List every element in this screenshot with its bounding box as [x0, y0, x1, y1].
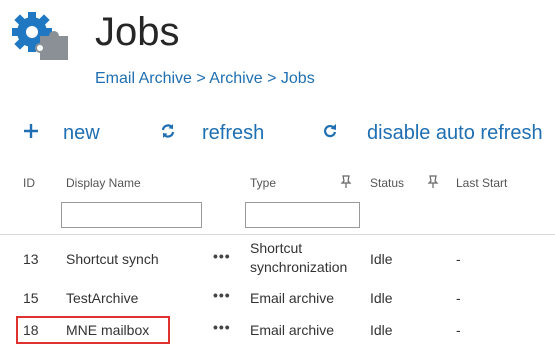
column-header-display-name[interactable]: Display Name	[66, 176, 141, 190]
grid-header: ID Display Name Type Status Last Start	[0, 175, 555, 196]
breadcrumb-separator: >	[196, 70, 206, 87]
row-last-start: -	[456, 251, 461, 267]
row-status: Idle	[370, 322, 393, 338]
refresh-button-label: refresh	[202, 122, 265, 144]
row-type: Email archive	[250, 322, 335, 338]
row-type: Shortcut synchronization	[250, 239, 347, 277]
display-name-filter-input[interactable]	[61, 202, 202, 228]
refresh-button[interactable]: refresh	[158, 122, 264, 145]
row-type: Email archive	[250, 290, 335, 306]
highlight-box	[16, 316, 170, 344]
plus-icon	[20, 122, 42, 145]
toolbar: new refresh disable auto refresh	[20, 122, 555, 152]
new-button[interactable]: new	[20, 122, 100, 145]
row-menu-button[interactable]: •••	[213, 287, 231, 303]
breadcrumb-item-email-archive[interactable]: Email Archive	[95, 70, 192, 87]
new-button-label: new	[63, 122, 100, 144]
pin-filter-icon[interactable]	[340, 175, 352, 189]
row-status: Idle	[370, 290, 393, 306]
row-type-line: Shortcut	[250, 240, 303, 256]
table-row[interactable]: 15 TestArchive ••• Email archive Idle -	[0, 284, 555, 312]
type-filter-input[interactable]	[245, 202, 360, 228]
row-display-name[interactable]: TestArchive	[66, 290, 138, 306]
table-row[interactable]: 13 Shortcut synch ••• Shortcut synchroni…	[0, 238, 555, 280]
row-menu-button[interactable]: •••	[213, 319, 231, 335]
refresh-icon	[158, 122, 178, 145]
column-header-last-start[interactable]: Last Start	[456, 176, 507, 190]
row-last-start: -	[456, 290, 461, 306]
breadcrumb-item-jobs[interactable]: Jobs	[281, 70, 315, 87]
row-status: Idle	[370, 251, 393, 267]
row-id: 15	[23, 290, 39, 306]
grid-divider	[0, 234, 555, 235]
column-header-id[interactable]: ID	[23, 176, 35, 190]
column-header-status[interactable]: Status	[370, 176, 404, 190]
breadcrumb-item-archive[interactable]: Archive	[209, 70, 262, 87]
auto-refresh-icon	[320, 122, 340, 145]
row-id: 13	[23, 251, 39, 267]
pin-filter-icon[interactable]	[427, 175, 439, 189]
row-display-name[interactable]: Shortcut synch	[66, 251, 159, 267]
disable-auto-refresh-button[interactable]: disable auto refresh	[320, 122, 543, 145]
app-gear-puzzle-icon	[10, 8, 74, 64]
row-type-line: synchronization	[250, 259, 348, 275]
breadcrumb: Email Archive > Archive > Jobs	[95, 70, 315, 88]
page-title: Jobs	[95, 10, 180, 54]
disable-auto-refresh-label: disable auto refresh	[367, 122, 543, 144]
row-last-start: -	[456, 322, 461, 338]
breadcrumb-separator: >	[267, 70, 277, 87]
row-menu-button[interactable]: •••	[213, 248, 231, 264]
column-header-type[interactable]: Type	[250, 176, 276, 190]
